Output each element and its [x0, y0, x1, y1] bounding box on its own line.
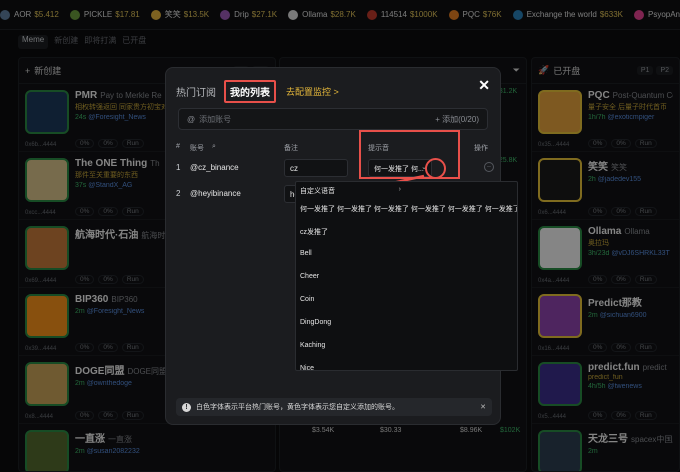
add-account-input[interactable]: [199, 114, 400, 124]
remove-icon[interactable]: –: [484, 162, 494, 172]
footnote-text: 白色字体表示平台热门账号，黄色字体表示您自定义添加的账号。: [196, 404, 399, 411]
app-root: AOR $5.412 PICKLE $17.81 笑笑 $13.5K Drip $27.1K O…: [0, 0, 680, 472]
row-handle: @cz_binance: [190, 163, 239, 172]
row-number: 2: [176, 189, 181, 198]
chevron-right-icon: ›: [398, 186, 401, 193]
sound-option[interactable]: Nice: [296, 359, 517, 370]
sound-dropdown-menu: 自定义语音 › 何一发推了 何一发推了 何一发推了 何一发推了 何一发推了 何一…: [295, 181, 518, 371]
row-handle: @heyibinance: [190, 189, 241, 198]
modal-tabs: 热门订阅 我的列表 去配置监控 >: [176, 80, 339, 103]
header-remark: 备注: [284, 145, 298, 152]
close-icon[interactable]: ✕: [478, 77, 490, 94]
sound-option[interactable]: Cheer: [296, 267, 517, 290]
add-account-bar: @ + 添加(0/20): [178, 108, 488, 130]
dropdown-group-header[interactable]: 自定义语音 ›: [296, 182, 517, 198]
sound-option[interactable]: Bell: [296, 244, 517, 267]
info-footnote: ! 白色字体表示平台热门账号，黄色字体表示您自定义添加的账号。 ✕: [176, 398, 492, 416]
header-num: #: [176, 143, 180, 150]
sound-option[interactable]: Coin: [296, 290, 517, 313]
config-monitor-link[interactable]: 去配置监控 >: [286, 85, 339, 98]
row-number: 1: [176, 163, 181, 172]
dismiss-icon[interactable]: ✕: [480, 403, 486, 411]
dropdown-options: 何一发推了 何一发推了 何一发推了 何一发推了 何一发推了 何一发推了 cz发推了…: [296, 198, 517, 370]
info-icon: !: [182, 402, 191, 412]
sound-option[interactable]: cz发推了: [296, 221, 517, 244]
header-account: 账号: [190, 145, 204, 152]
sound-option[interactable]: 何一发推了 何一发推了 何一发推了 何一发推了 何一发推了 何一发推了: [296, 198, 517, 221]
add-account-button[interactable]: + 添加(0/20): [435, 114, 479, 125]
sound-option[interactable]: Kaching: [296, 336, 517, 359]
tab-hot-subscriptions[interactable]: 热门订阅: [176, 84, 216, 99]
search-icon[interactable]: ⌕: [212, 143, 216, 151]
header-action: 操作: [474, 145, 488, 152]
sound-option[interactable]: DingDong: [296, 313, 517, 336]
custom-voice-label: 自定义语音: [300, 188, 335, 195]
tab-my-list[interactable]: 我的列表: [224, 80, 276, 103]
at-icon: @: [187, 114, 196, 124]
highlight-sound-dropdown-toggle: [425, 158, 446, 179]
